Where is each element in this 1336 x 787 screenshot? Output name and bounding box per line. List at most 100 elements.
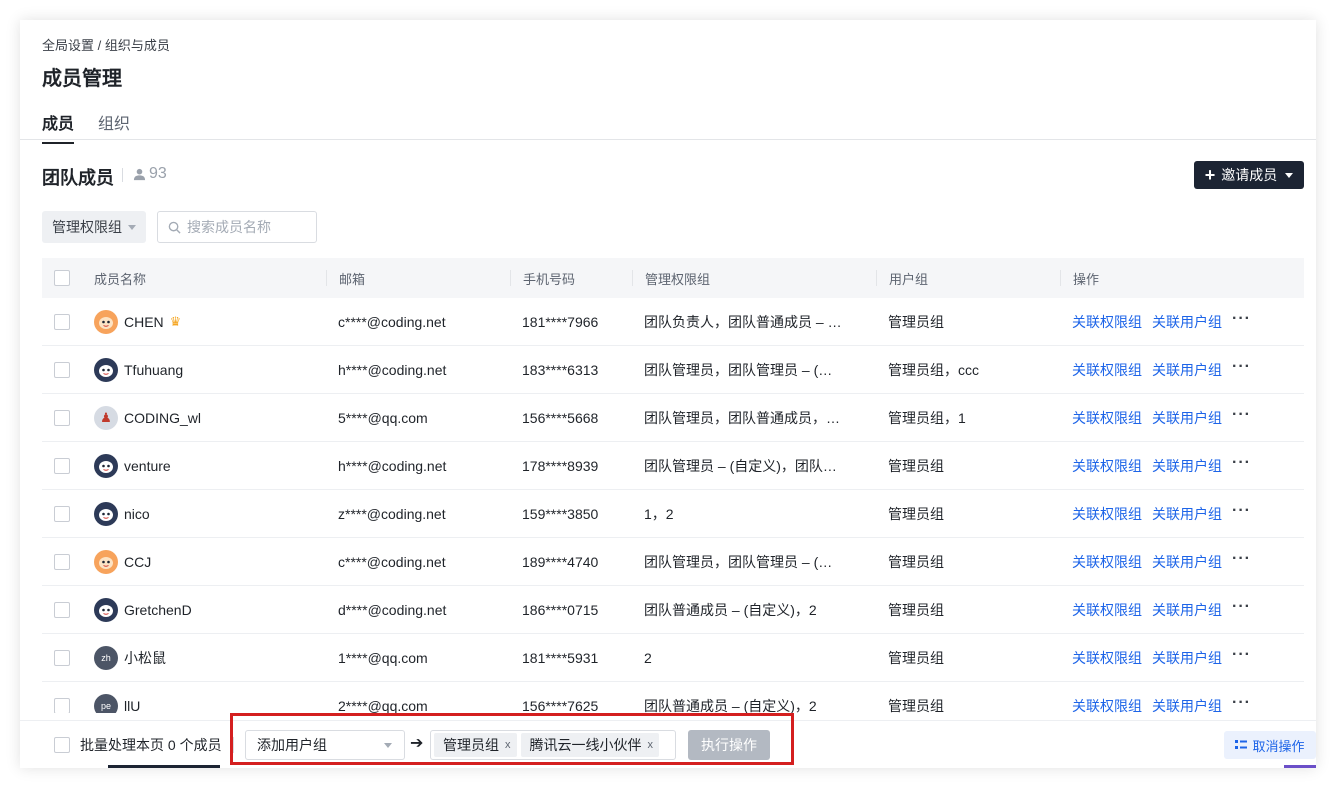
more-options-icon[interactable]: ··· bbox=[1232, 598, 1251, 615]
batch-action-select[interactable]: 添加用户组 bbox=[245, 730, 405, 760]
header-select-all bbox=[54, 270, 74, 286]
cancel-operation-button[interactable]: 取消操作 bbox=[1224, 731, 1316, 759]
phone-cell: 183****6313 bbox=[522, 361, 599, 378]
person-icon bbox=[133, 168, 146, 180]
row-checkbox[interactable] bbox=[54, 649, 70, 666]
caret-down-icon bbox=[128, 224, 136, 230]
row-select-cell bbox=[54, 682, 74, 713]
execute-button[interactable]: 执行操作 bbox=[688, 730, 770, 760]
batch-action-bar: 批量处理本页 0 个成员 添加用户组 ➔ 管理员组 x 腾讯云一线小伙伴 x 执… bbox=[20, 720, 1316, 768]
row-checkbox[interactable] bbox=[54, 505, 70, 522]
link-user-group-link[interactable]: 关联用户组 bbox=[1152, 600, 1222, 620]
actions-cell: 关联权限组 关联用户组 ··· bbox=[1060, 682, 1304, 713]
link-permission-group-link[interactable]: 关联权限组 bbox=[1072, 600, 1142, 620]
more-options-icon[interactable]: ··· bbox=[1232, 502, 1251, 519]
permission-group-text: 团队负责人，团队普通成员 – … bbox=[644, 313, 842, 330]
batch-action-select-value: 添加用户组 bbox=[257, 737, 327, 753]
link-permission-group-link[interactable]: 关联权限组 bbox=[1072, 648, 1142, 668]
permission-group-cell: 团队管理员，团队管理员 – (… bbox=[632, 346, 872, 393]
main-window: 全局设置 / 组织与成员 成员管理 成员 组织 团队成员 93 + 邀请成员 管… bbox=[20, 20, 1316, 768]
more-options-icon[interactable]: ··· bbox=[1232, 454, 1251, 471]
table-row: nico z****@coding.net 159****3850 1，2 管理… bbox=[42, 490, 1304, 538]
member-name: venture bbox=[124, 457, 171, 474]
invite-member-button[interactable]: + 邀请成员 bbox=[1194, 161, 1304, 189]
row-checkbox[interactable] bbox=[54, 601, 70, 618]
link-permission-group-link[interactable]: 关联权限组 bbox=[1072, 408, 1142, 428]
table-header: 成员名称 邮箱 手机号码 管理权限组 用户组 操作 bbox=[42, 258, 1304, 298]
divider bbox=[122, 168, 123, 182]
tab-organization[interactable]: 组织 bbox=[98, 110, 130, 142]
permission-group-text: 团队管理员，团队普通成员，… bbox=[644, 409, 840, 426]
link-permission-group-link[interactable]: 关联权限组 bbox=[1072, 312, 1142, 332]
link-permission-group-link[interactable]: 关联权限组 bbox=[1072, 552, 1142, 572]
row-checkbox[interactable] bbox=[54, 553, 70, 570]
more-options-icon[interactable]: ··· bbox=[1232, 406, 1251, 423]
user-group-tag-select[interactable]: 管理员组 x 腾讯云一线小伙伴 x bbox=[430, 730, 676, 760]
batch-select-checkbox[interactable] bbox=[54, 737, 70, 753]
search-input[interactable] bbox=[187, 219, 307, 235]
member-count-value: 93 bbox=[149, 165, 167, 182]
permission-group-text: 2 bbox=[644, 649, 652, 666]
tab-members[interactable]: 成员 bbox=[42, 110, 75, 144]
more-options-icon[interactable]: ··· bbox=[1232, 550, 1251, 567]
member-name-cell: CCJ bbox=[82, 538, 322, 585]
member-name-cell: venture bbox=[82, 442, 322, 489]
permission-group-filter[interactable]: 管理权限组 bbox=[42, 211, 146, 243]
more-options-icon[interactable]: ··· bbox=[1232, 694, 1251, 711]
dark-face-avatar bbox=[94, 597, 118, 622]
link-user-group-link[interactable]: 关联用户组 bbox=[1152, 648, 1222, 668]
phone-cell: 156****7625 bbox=[522, 697, 599, 714]
member-name-cell: nico bbox=[82, 490, 322, 537]
link-permission-group-link[interactable]: 关联权限组 bbox=[1072, 696, 1142, 714]
link-permission-group-link[interactable]: 关联权限组 bbox=[1072, 456, 1142, 476]
list-icon bbox=[1235, 740, 1248, 749]
breadcrumb: 全局设置 / 组织与成员 bbox=[42, 38, 170, 53]
actions-cell: 关联权限组 关联用户组 ··· bbox=[1060, 586, 1304, 633]
member-name-cell: GretchenD bbox=[82, 586, 322, 633]
permission-group-cell: 团队普通成员 – (自定义)，2 bbox=[632, 682, 872, 714]
phone-cell: 178****8939 bbox=[522, 457, 599, 474]
link-user-group-link[interactable]: 关联用户组 bbox=[1152, 696, 1222, 714]
section-title: 团队成员 bbox=[42, 168, 114, 188]
permission-group-text: 团队普通成员 – (自定义)，2 bbox=[644, 601, 817, 618]
link-user-group-link[interactable]: 关联用户组 bbox=[1152, 456, 1222, 476]
tag-label: 腾讯云一线小伙伴 bbox=[529, 737, 642, 753]
row-checkbox[interactable] bbox=[54, 313, 70, 330]
more-options-icon[interactable]: ··· bbox=[1232, 310, 1251, 327]
email-cell: 1****@qq.com bbox=[338, 649, 428, 666]
background-strip bbox=[1284, 765, 1316, 768]
search-box bbox=[157, 211, 317, 243]
email-cell: h****@coding.net bbox=[338, 361, 447, 378]
more-options-icon[interactable]: ··· bbox=[1232, 358, 1251, 375]
row-checkbox[interactable] bbox=[54, 457, 70, 474]
member-name-cell: CHEN ♛ bbox=[82, 298, 322, 345]
permission-group-cell: 团队管理员，团队普通成员，… bbox=[632, 394, 872, 441]
table-body: CHEN ♛ c****@coding.net 181****7966 团队负责… bbox=[42, 298, 1304, 713]
more-options-icon[interactable]: ··· bbox=[1232, 646, 1251, 663]
actions-cell: 关联权限组 关联用户组 ··· bbox=[1060, 490, 1304, 537]
link-user-group-link[interactable]: 关联用户组 bbox=[1152, 408, 1222, 428]
link-user-group-link[interactable]: 关联用户组 bbox=[1152, 312, 1222, 332]
cancel-operation-label: 取消操作 bbox=[1252, 738, 1305, 754]
remove-tag-icon[interactable]: x bbox=[505, 739, 511, 751]
link-user-group-link[interactable]: 关联用户组 bbox=[1152, 504, 1222, 524]
link-permission-group-link[interactable]: 关联权限组 bbox=[1072, 504, 1142, 524]
members-table: 成员名称 邮箱 手机号码 管理权限组 用户组 操作 CHEN ♛ c****@c… bbox=[42, 258, 1304, 713]
member-count: 93 bbox=[133, 165, 167, 183]
initials-avatar: zh bbox=[94, 645, 118, 670]
permission-group-cell: 团队管理员 – (自定义)，团队… bbox=[632, 442, 872, 489]
permission-group-cell: 团队负责人，团队普通成员 – … bbox=[632, 298, 872, 345]
link-user-group-link[interactable]: 关联用户组 bbox=[1152, 360, 1222, 380]
row-checkbox[interactable] bbox=[54, 697, 70, 713]
select-all-checkbox[interactable] bbox=[54, 270, 70, 286]
header-name: 成员名称 bbox=[94, 271, 147, 287]
link-permission-group-link[interactable]: 关联权限组 bbox=[1072, 360, 1142, 380]
actions-cell: 关联权限组 关联用户组 ··· bbox=[1060, 298, 1304, 345]
remove-tag-icon[interactable]: x bbox=[648, 739, 654, 751]
row-checkbox[interactable] bbox=[54, 409, 70, 426]
user-group-cell: 管理员组，ccc bbox=[888, 361, 979, 378]
crown-icon: ♛ bbox=[169, 313, 182, 329]
link-user-group-link[interactable]: 关联用户组 bbox=[1152, 552, 1222, 572]
member-name-cell: zh 小松鼠 bbox=[82, 634, 322, 681]
row-checkbox[interactable] bbox=[54, 361, 70, 378]
